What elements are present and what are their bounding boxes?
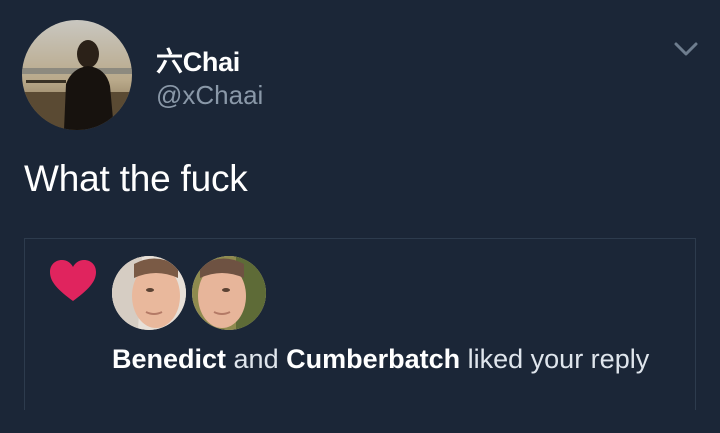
author-avatar[interactable] [22, 20, 132, 130]
notification-text: Benedict and Cumberbatch liked your repl… [112, 340, 692, 378]
liker-name-2[interactable]: Cumberbatch [286, 344, 460, 374]
liker-avatar-2[interactable] [192, 256, 266, 330]
liker-name-1[interactable]: Benedict [112, 344, 226, 374]
chevron-down-icon[interactable] [672, 38, 700, 60]
conjunction-text: and [226, 344, 287, 374]
heart-icon [48, 258, 98, 304]
display-name[interactable]: 六Chai [156, 40, 240, 79]
liker-avatar-1[interactable] [112, 256, 186, 330]
tweet-text: What the fuck [24, 158, 248, 199]
tweet-screen: 六Chai @xChaai What the fuck Benedict and… [0, 0, 720, 433]
action-text: liked your reply [460, 344, 650, 374]
user-handle[interactable]: @xChaai [156, 80, 263, 111]
